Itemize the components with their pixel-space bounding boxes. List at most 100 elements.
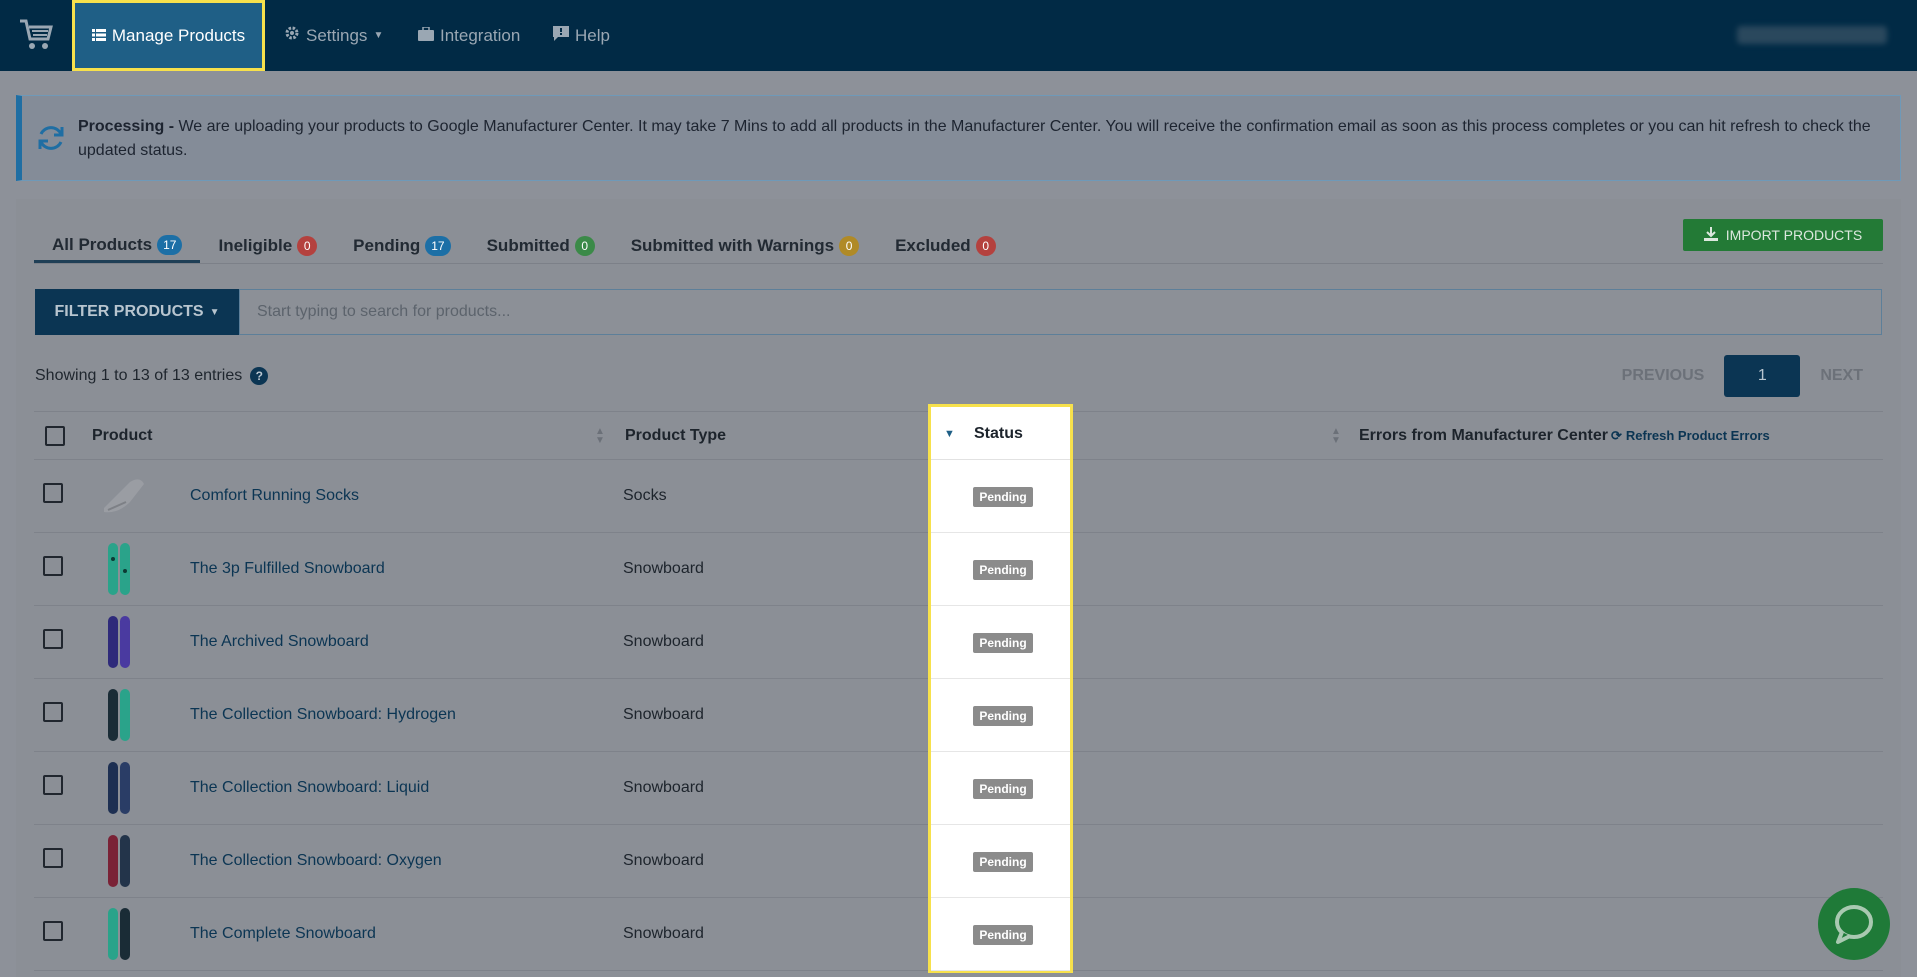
select-all-checkbox[interactable] — [45, 426, 65, 446]
status-badge: Pending — [973, 852, 1033, 872]
status-cell: Pending — [931, 606, 1070, 679]
alert-message: Processing - We are uploading your produ… — [78, 115, 1878, 163]
caret-down-icon: ▼ — [209, 306, 220, 318]
next-button[interactable]: NEXT — [1800, 367, 1883, 385]
status-badge: Pending — [973, 925, 1033, 945]
row-checkbox[interactable] — [43, 483, 63, 503]
refresh-spinner-icon — [38, 126, 64, 150]
processing-alert: Processing - We are uploading your produ… — [16, 95, 1901, 181]
nav-settings[interactable]: Settings ▼ — [284, 0, 383, 71]
product-name-link[interactable]: The Collection Snowboard: Oxygen — [190, 825, 442, 897]
count-badge: 0 — [839, 236, 860, 256]
header-product[interactable]: Product — [92, 412, 152, 460]
status-badge: Pending — [973, 779, 1033, 799]
status-cell: Pending — [931, 825, 1070, 898]
row-checkbox[interactable] — [43, 921, 63, 941]
count-badge: 0 — [574, 236, 595, 256]
tab-label: Pending — [353, 236, 421, 255]
status-cell: Pending — [931, 533, 1070, 606]
status-header-label: Status — [974, 425, 1023, 442]
tab-label: Ineligible — [218, 236, 293, 255]
refresh-label: Refresh Product Errors — [1625, 428, 1770, 443]
status-badge: Pending — [973, 560, 1033, 580]
account-menu[interactable] — [1737, 26, 1887, 44]
filter-products-button[interactable]: FILTER PRODUCTS ▼ — [35, 289, 239, 335]
tab-excluded[interactable]: Excluded 0 — [877, 229, 1014, 263]
sort-desc-icon[interactable]: ▼ — [944, 428, 955, 440]
product-thumbnail[interactable] — [90, 541, 150, 597]
cart-logo-icon[interactable] — [18, 17, 54, 53]
product-thumbnail[interactable] — [90, 760, 150, 816]
nav-label: Manage Products — [111, 25, 246, 45]
product-name-link[interactable]: The 3p Fulfilled Snowboard — [190, 533, 385, 605]
row-checkbox[interactable] — [43, 702, 63, 722]
help-icon[interactable]: ? — [250, 367, 269, 385]
sort-icon[interactable]: ▲ ▼ — [1331, 427, 1341, 446]
tab-pending[interactable]: Pending 17 — [335, 229, 468, 263]
status-badge: Pending — [973, 633, 1033, 653]
status-badge: Pending — [973, 487, 1033, 507]
product-thumbnail[interactable] — [90, 614, 150, 670]
tab-ineligible[interactable]: Ineligible 0 — [200, 229, 335, 263]
tab-label: All Products — [52, 234, 153, 254]
product-type: Snowboard — [623, 779, 704, 796]
product-type: Snowboard — [623, 706, 704, 723]
product-thumbnail[interactable] — [90, 468, 150, 524]
count-badge: 17 — [157, 234, 183, 255]
header-status[interactable]: ▼ Status — [931, 407, 1070, 460]
status-cell: Pending — [931, 898, 1070, 971]
tab-submitted-with-warnings[interactable]: Submitted with Warnings 0 — [613, 229, 877, 263]
filter-label: FILTER PRODUCTS — [54, 303, 204, 320]
header-product-type[interactable]: Product Type — [625, 412, 726, 460]
nav-help[interactable]: Help — [553, 0, 610, 71]
count-badge: 0 — [297, 236, 318, 256]
status-cell: Pending — [931, 752, 1070, 825]
alert-title: Processing - — [78, 118, 175, 135]
import-products-button[interactable]: IMPORT PRODUCTS — [1683, 219, 1883, 251]
row-checkbox[interactable] — [43, 775, 63, 795]
nav-label: Settings — [306, 25, 368, 45]
tab-label: Submitted — [486, 236, 570, 255]
product-type: Socks — [623, 487, 667, 504]
chat-widget-button[interactable] — [1818, 888, 1890, 960]
product-type: Snowboard — [623, 925, 704, 942]
row-checkbox[interactable] — [43, 556, 63, 576]
nav-manage-products[interactable]: Manage Products — [72, 0, 265, 71]
previous-button[interactable]: PREVIOUS — [1602, 367, 1725, 385]
count-badge: 17 — [425, 236, 451, 256]
product-name-link[interactable]: The Collection Snowboard: Liquid — [190, 752, 429, 824]
status-column: ▼ Status Pending Pending Pending Pending… — [928, 404, 1073, 973]
row-checkbox[interactable] — [43, 629, 63, 649]
top-nav: Manage Products Settings ▼ Integration H… — [0, 0, 1917, 71]
product-name-link[interactable]: The Complete Snowboard — [190, 898, 376, 970]
product-search-input[interactable]: Start typing to search for products... — [239, 289, 1882, 335]
row-checkbox[interactable] — [43, 848, 63, 868]
tab-label: Excluded — [895, 236, 971, 255]
refresh-product-errors-link[interactable]: ⟳ Refresh Product Errors — [1611, 412, 1770, 460]
count-badge: 0 — [975, 236, 996, 256]
chat-bubble-icon — [553, 25, 569, 46]
product-thumbnail[interactable] — [90, 687, 150, 743]
pagination: PREVIOUS 1 NEXT — [1602, 355, 1883, 397]
tabs-divider — [34, 263, 1883, 264]
tab-all-products[interactable]: All Products 17 — [34, 229, 201, 263]
product-name-link[interactable]: The Archived Snowboard — [190, 606, 369, 678]
page-1-button[interactable]: 1 — [1724, 355, 1801, 397]
showing-text: Showing 1 to 13 of 13 entries — [35, 367, 243, 384]
product-type: Snowboard — [623, 852, 704, 869]
product-thumbnail[interactable] — [90, 833, 150, 889]
product-name-link[interactable]: The Collection Snowboard: Hydrogen — [190, 679, 456, 751]
product-type: Snowboard — [623, 560, 704, 577]
sort-icon[interactable]: ▲ ▼ — [595, 427, 605, 446]
refresh-icon: ⟳ — [1611, 428, 1622, 443]
nav-integration[interactable]: Integration — [418, 0, 520, 71]
status-cell: Pending — [931, 679, 1070, 752]
product-thumbnail[interactable] — [90, 906, 150, 962]
alert-body: We are uploading your products to Google… — [78, 118, 1871, 159]
nav-label: Help — [575, 25, 610, 45]
tab-submitted[interactable]: Submitted 0 — [469, 229, 613, 263]
tab-label: Submitted with Warnings — [630, 236, 835, 255]
product-name-link[interactable]: Comfort Running Socks — [190, 460, 359, 532]
import-label: IMPORT PRODUCTS — [1725, 227, 1863, 243]
header-errors: Errors from Manufacturer Center — [1359, 427, 1608, 444]
